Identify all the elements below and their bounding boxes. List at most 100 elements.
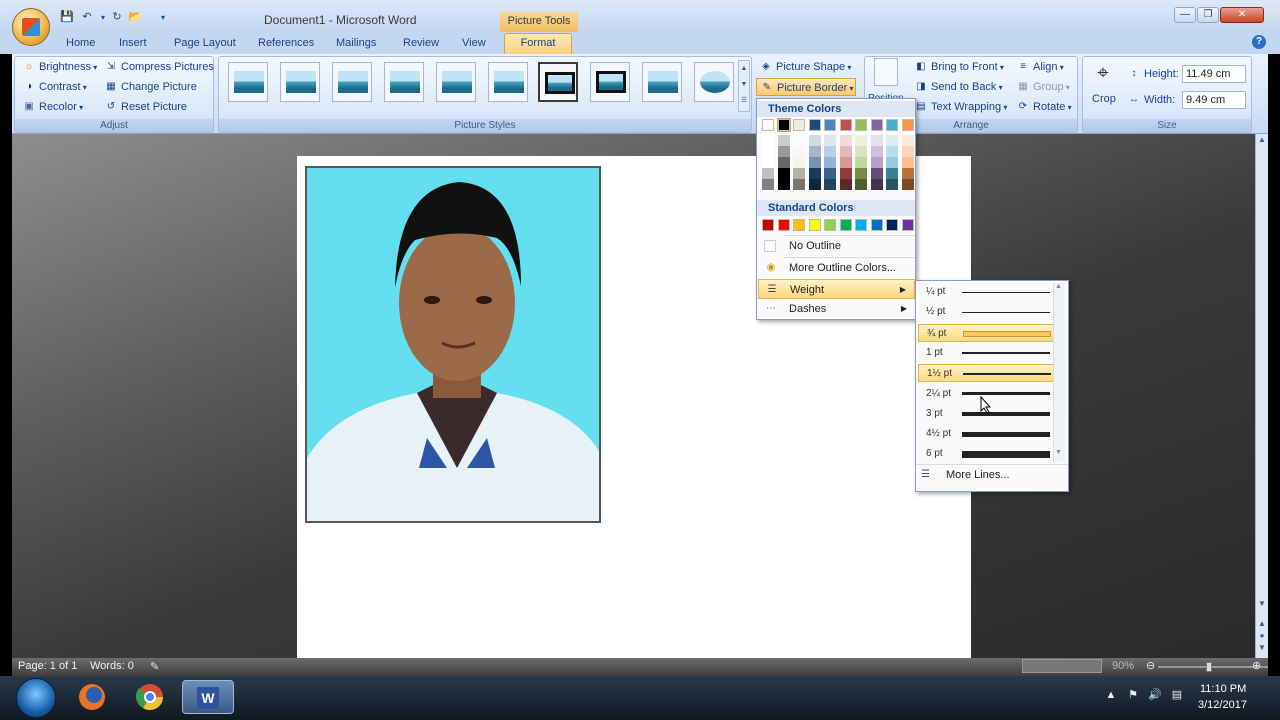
tab-insert[interactable]: Insert <box>115 35 151 53</box>
word-count-status[interactable]: Words: 0 <box>90 660 134 672</box>
open-folder-icon[interactable]: 📂 <box>128 11 142 24</box>
brightness-button[interactable]: ☼ Brightness <box>22 58 97 76</box>
theme-color-shade[interactable] <box>808 157 821 168</box>
theme-color-shade[interactable] <box>839 168 852 179</box>
theme-color-shade[interactable] <box>855 179 867 190</box>
standard-color-swatch[interactable] <box>762 219 774 231</box>
style-thumb-8[interactable] <box>590 62 630 102</box>
contrast-button[interactable]: ◑ Contrast <box>22 78 87 96</box>
tab-home[interactable]: Home <box>62 35 99 53</box>
theme-color-shade[interactable] <box>886 157 898 168</box>
theme-color-shade[interactable] <box>886 135 898 146</box>
style-thumb-3[interactable] <box>332 62 372 102</box>
theme-color-shade[interactable] <box>808 146 821 157</box>
network-icon[interactable]: ▤ <box>1170 688 1184 702</box>
style-thumb-10[interactable] <box>694 62 734 102</box>
theme-color-shade[interactable] <box>762 179 774 190</box>
theme-color-swatch[interactable] <box>870 119 883 131</box>
theme-color-shade[interactable] <box>777 146 790 157</box>
save-icon[interactable]: 💾 <box>60 11 74 24</box>
crop-button-label[interactable]: Crop <box>1092 90 1116 108</box>
theme-color-shade[interactable] <box>824 168 836 179</box>
scroll-down-icon[interactable]: ▼ <box>1256 598 1268 610</box>
standard-color-swatch[interactable] <box>839 219 852 231</box>
picture-shape-button[interactable]: ◈ Picture Shape <box>759 58 851 76</box>
help-icon[interactable]: ? <box>1252 35 1266 49</box>
group-button[interactable]: ▦ Group <box>1016 78 1070 96</box>
theme-color-shade[interactable] <box>839 157 852 168</box>
theme-color-swatch[interactable] <box>776 118 791 132</box>
standard-color-swatch[interactable] <box>886 219 898 231</box>
theme-color-shade[interactable] <box>901 146 914 157</box>
undo-dropdown-icon[interactable]: ▾ <box>96 11 110 24</box>
inserted-photo[interactable] <box>305 166 601 523</box>
close-button[interactable]: ✕ <box>1220 7 1264 23</box>
recolor-button[interactable]: ▣ Recolor <box>22 98 83 116</box>
standard-color-swatch[interactable] <box>901 219 914 231</box>
theme-color-shade[interactable] <box>839 179 852 190</box>
theme-color-shade[interactable] <box>855 146 867 157</box>
previous-page-icon[interactable]: ▲ <box>1256 618 1268 630</box>
weight-option[interactable]: 4½ pt <box>918 425 1054 443</box>
styles-gallery-scroll[interactable]: ▲ ▼ ☰ <box>738 60 750 112</box>
weight-scroll-down-icon[interactable]: ▼ <box>1055 449 1062 456</box>
style-thumb-1[interactable] <box>228 62 268 102</box>
theme-color-shade[interactable] <box>808 135 821 146</box>
theme-color-shade[interactable] <box>777 157 790 168</box>
clock-date[interactable]: 3/12/2017 <box>1198 699 1247 711</box>
theme-color-shade[interactable] <box>855 157 867 168</box>
change-picture-button[interactable]: ▦ Change Picture <box>104 78 197 96</box>
theme-color-shade[interactable] <box>762 157 774 168</box>
weight-item[interactable]: ☰ Weight ▶ <box>758 279 915 299</box>
action-center-icon[interactable]: ⚑ <box>1126 688 1140 702</box>
theme-color-shade[interactable] <box>762 168 774 179</box>
theme-color-swatch[interactable] <box>886 119 898 131</box>
volume-icon[interactable]: 🔊 <box>1148 688 1162 702</box>
tab-page-layout[interactable]: Page Layout <box>170 35 240 53</box>
next-page-icon[interactable]: ▼ <box>1256 642 1268 654</box>
weight-option[interactable]: ¾ pt <box>918 323 1054 342</box>
theme-color-shade[interactable] <box>886 168 898 179</box>
clock-time[interactable]: 11:10 PM <box>1200 683 1246 695</box>
theme-color-shade[interactable] <box>793 157 805 168</box>
tab-references[interactable]: References <box>254 35 318 53</box>
zoom-level[interactable]: 90% <box>1112 660 1134 672</box>
tab-mailings[interactable]: Mailings <box>332 35 380 53</box>
weight-option[interactable]: 1½ pt <box>918 364 1054 383</box>
theme-color-shade[interactable] <box>870 146 883 157</box>
select-browse-object-icon[interactable]: ● <box>1256 630 1268 642</box>
send-to-back-button[interactable]: ◨ Send to Back <box>914 78 1002 96</box>
style-thumb-2[interactable] <box>280 62 320 102</box>
weight-option[interactable]: ¼ pt <box>918 283 1054 301</box>
theme-color-shade[interactable] <box>855 168 867 179</box>
theme-color-shade[interactable] <box>870 179 883 190</box>
theme-color-shade[interactable] <box>777 168 790 179</box>
vertical-scrollbar[interactable]: ▲ ▼ ▲ ● ▼ <box>1255 134 1268 658</box>
weight-option[interactable]: 6 pt <box>918 445 1054 463</box>
theme-color-shade[interactable] <box>824 146 836 157</box>
theme-color-shade[interactable] <box>824 135 836 146</box>
weight-submenu-scrollbar[interactable]: ▲ ▼ <box>1053 283 1065 461</box>
style-thumb-4[interactable] <box>384 62 424 102</box>
height-input[interactable]: 11.49 cm <box>1182 65 1246 83</box>
customize-toolbar-icon[interactable]: ▾ <box>156 11 170 24</box>
theme-color-shade[interactable] <box>793 179 805 190</box>
position-icon[interactable] <box>874 58 898 86</box>
dashes-item[interactable]: ⋯ Dashes ▶ <box>758 299 915 319</box>
more-outline-colors-item[interactable]: ◉ More Outline Colors... <box>758 258 915 278</box>
theme-color-shade[interactable] <box>808 168 821 179</box>
undo-icon[interactable]: ↶ <box>80 11 94 24</box>
word-taskbar-icon[interactable]: W <box>182 680 234 714</box>
zoom-in-icon[interactable]: ⊕ <box>1252 659 1261 672</box>
bring-to-front-button[interactable]: ◧ Bring to Front <box>914 58 1004 76</box>
theme-color-shade[interactable] <box>762 146 774 157</box>
standard-color-swatch[interactable] <box>870 219 883 231</box>
minimize-button[interactable]: — <box>1174 7 1196 23</box>
redo-icon[interactable]: ↻ <box>110 11 124 24</box>
office-button[interactable] <box>12 8 50 46</box>
theme-color-shade[interactable] <box>839 146 852 157</box>
page-count-status[interactable]: Page: 1 of 1 <box>18 660 77 672</box>
theme-color-swatch[interactable] <box>762 119 774 131</box>
theme-color-shade[interactable] <box>824 157 836 168</box>
theme-color-swatch[interactable] <box>839 119 852 131</box>
